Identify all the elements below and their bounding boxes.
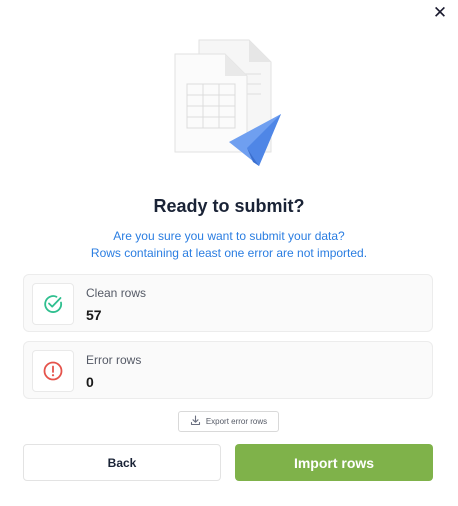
documents-paper-plane-illustration — [163, 34, 293, 172]
back-button[interactable]: Back — [23, 444, 221, 481]
dialog-title: Ready to submit? — [153, 196, 305, 216]
submit-dialog: ✕ Ready to submit? Are you sure you want… — [0, 0, 458, 506]
error-rows-value: 0 — [86, 374, 94, 390]
clean-rows-card: Clean rows 57 — [23, 274, 433, 332]
download-icon — [190, 415, 201, 428]
error-rows-label: Error rows — [86, 353, 142, 367]
import-rows-button[interactable]: Import rows — [235, 444, 433, 481]
alert-circle-icon — [32, 350, 74, 392]
front-document-icon — [174, 53, 248, 153]
dialog-subtitle-line1: Are you sure you want to submit your dat… — [113, 229, 345, 243]
error-rows-card: Error rows 0 — [23, 341, 433, 399]
export-error-rows-label: Export error rows — [205, 417, 268, 426]
check-circle-icon — [32, 283, 74, 325]
clean-rows-value: 57 — [86, 307, 102, 323]
export-error-rows-button[interactable]: Export error rows — [178, 411, 279, 432]
clean-rows-label: Clean rows — [86, 286, 147, 300]
close-icon[interactable]: ✕ — [430, 4, 450, 24]
dialog-subtitle-line2: Rows containing at least one error are n… — [90, 246, 368, 260]
